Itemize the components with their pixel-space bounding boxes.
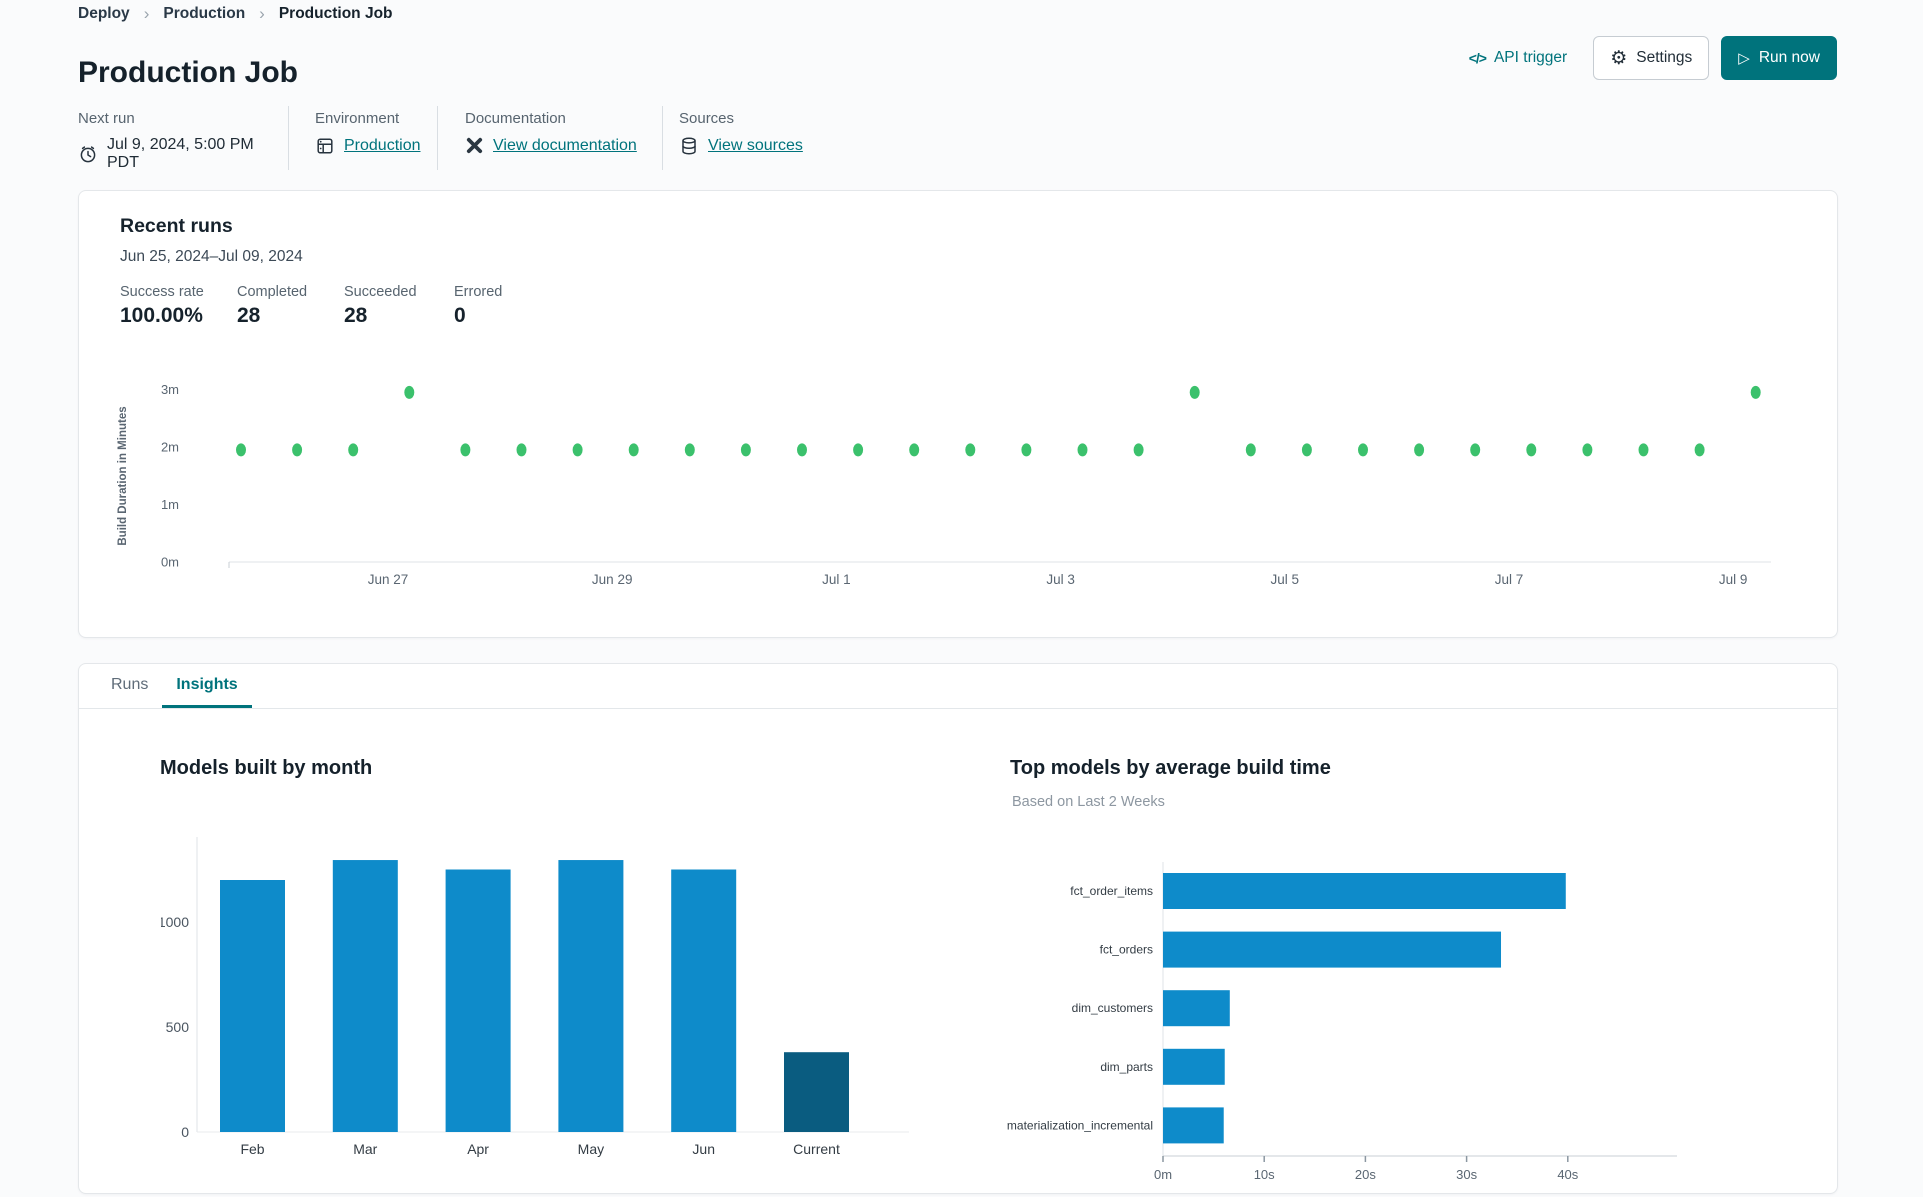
info-col-documentation: Documentation View documentation [437,106,662,170]
svg-text:fct_orders: fct_orders [1100,943,1153,957]
run-now-button[interactable]: ▷ Run now [1721,36,1837,80]
tab-bar: Runs Insights [79,664,1837,709]
next-run-value: Jul 9, 2024, 5:00 PM PDT [107,136,254,171]
svg-text:3m: 3m [161,382,179,397]
recent-runs-title: Recent runs [120,215,233,237]
environment-link[interactable]: Production [344,137,421,155]
breadcrumb-item-production-job: Production Job [278,5,393,22]
svg-text:40s: 40s [1557,1167,1578,1182]
svg-text:Jun 27: Jun 27 [368,572,409,587]
dbt-docs-icon [466,137,483,154]
models-built-by-month-title: Models built by month [160,757,373,779]
top-models-subtitle: Based on Last 2 Weeks [1012,794,1165,810]
svg-text:fct_order_items: fct_order_items [1070,884,1153,898]
svg-text:0: 0 [181,1124,189,1140]
stat-value: 100.00% [120,304,203,327]
svg-text:Jul 7: Jul 7 [1495,572,1524,587]
stat-label: Success rate [120,284,204,300]
info-col-next-run: Next run Jul 9, 2024, 5:00 PM PDT [78,106,288,171]
stat-succeeded: Succeeded 28 [344,284,417,328]
settings-button[interactable]: ⚙ Settings [1593,36,1710,80]
info-col-sources: Sources View sources [662,106,902,170]
clock-icon [80,146,96,163]
settings-label: Settings [1636,49,1693,66]
svg-text:dim_customers: dim_customers [1072,1001,1153,1015]
svg-text:Mar: Mar [353,1141,377,1157]
svg-text:Jul 3: Jul 3 [1046,572,1075,587]
play-icon: ▷ [1738,49,1750,67]
top-models-title: Top models by average build time [1010,757,1331,779]
next-run-label: Next run [78,110,135,127]
chevron-right-icon: › [259,4,265,23]
api-trigger-link[interactable]: </> API trigger [1469,49,1567,67]
svg-text:Feb: Feb [240,1141,264,1157]
models-built-by-month-chart: 0 500 1000 Feb Mar Apr May Jun Current [161,837,909,1157]
stat-completed: Completed 28 [237,284,307,328]
stat-label: Completed [237,284,308,300]
stat-label: Errored [454,284,503,300]
svg-text:1m: 1m [161,497,179,512]
svg-text:Build Duration in Minutes: Build Duration in Minutes [117,406,129,545]
production-job-page: Deploy › Production › Production Job Pro… [0,0,1923,1197]
svg-text:2m: 2m [161,440,179,455]
info-col-environment: Environment Production [288,106,437,170]
database-icon [682,137,696,155]
svg-text:materialization_incremental: materialization_incremental [1007,1118,1153,1132]
svg-text:Apr: Apr [467,1141,489,1157]
api-trigger-label: API trigger [1493,49,1568,66]
environment-icon [317,138,333,154]
svg-text:dim_parts: dim_parts [1100,1060,1153,1074]
svg-text:Jun: Jun [692,1141,715,1157]
sources-label: Sources [679,110,735,127]
breadcrumb: Deploy › Production › Production Job [78,4,393,24]
insights-card: Runs Insights Models built by month Top … [78,663,1838,1194]
run-now-label: Run now [1758,49,1820,66]
stat-value: 28 [237,304,261,327]
stat-success-rate: Success rate 100.00% [120,284,204,328]
stat-value: 28 [344,304,368,327]
page-title: Production Job [78,56,298,90]
svg-text:Jul 1: Jul 1 [822,572,851,587]
breadcrumb-item-production[interactable]: Production [163,5,245,23]
chevron-right-icon: › [143,4,150,23]
gear-icon: ⚙ [1610,47,1628,69]
svg-text:Current: Current [793,1141,840,1157]
recent-runs-date-range: Jun 25, 2024–Jul 09, 2024 [120,248,303,265]
view-documentation-link[interactable]: View documentation [493,137,637,155]
tab-insights[interactable]: Insights [162,664,252,708]
svg-text:Jul 5: Jul 5 [1271,572,1300,587]
breadcrumb-item-deploy[interactable]: Deploy [78,5,130,23]
view-sources-link[interactable]: View sources [708,137,803,155]
svg-text:May: May [578,1141,604,1157]
stat-label: Succeeded [344,284,417,300]
header-actions: </> API trigger ⚙ Settings ▷ Run now [1469,36,1837,80]
stat-value: 0 [454,304,466,327]
recent-runs-card: Recent runs Jun 25, 2024–Jul 09, 2024 Su… [78,190,1838,638]
svg-text:0m: 0m [1154,1167,1172,1182]
svg-text:10s: 10s [1254,1167,1275,1182]
svg-text:Jun 29: Jun 29 [592,572,633,587]
svg-text:1000: 1000 [161,914,189,930]
svg-text:500: 500 [166,1019,190,1035]
svg-text:30s: 30s [1456,1167,1477,1182]
environment-label: Environment [315,110,400,127]
code-icon: </> [1468,50,1487,66]
svg-text:0m: 0m [161,555,179,570]
documentation-label: Documentation [465,110,566,127]
svg-text:20s: 20s [1355,1167,1376,1182]
svg-text:Jul 9: Jul 9 [1719,572,1748,587]
tab-runs[interactable]: Runs [97,664,162,708]
build-duration-chart: 0m 1m 2m 3m Jun 27 Jun 29 Jul 1 Jul 3 Jul 5 Jul 7… [117,382,1771,587]
top-models-chart: 0m 10s 20s 30s 40s fct_order_items fct_ordersd… [1007,862,1677,1182]
stat-errored: Errored 0 [454,284,502,328]
